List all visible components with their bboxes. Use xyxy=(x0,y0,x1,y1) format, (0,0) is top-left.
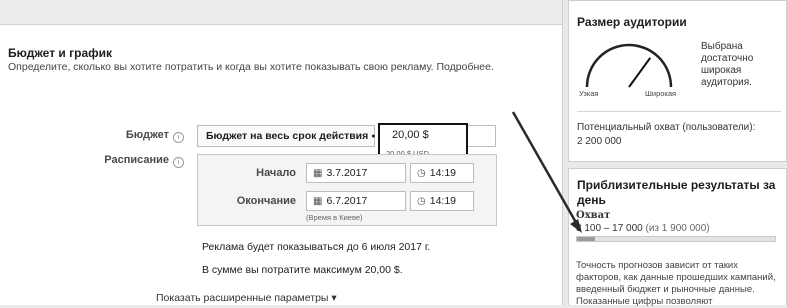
annotation-arrow xyxy=(511,111,582,233)
